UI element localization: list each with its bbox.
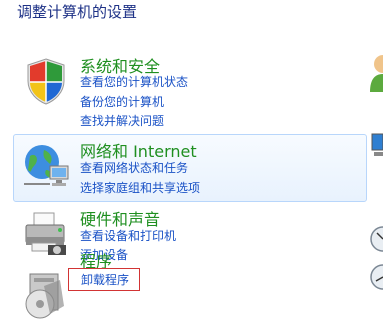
link-troubleshoot[interactable]: 查找并解决问题 bbox=[80, 112, 164, 129]
category-network-internet[interactable]: 网络和 Internet 查看网络状态和任务 选择家庭组和共享选项 bbox=[13, 134, 367, 202]
network-icon bbox=[24, 145, 69, 186]
link-homegroup-sharing[interactable]: 选择家庭组和共享选项 bbox=[80, 179, 200, 196]
link-uninstall-program[interactable]: 卸载程序 bbox=[67, 268, 141, 291]
ease-of-access-icon[interactable] bbox=[368, 262, 383, 292]
link-view-computer-status[interactable]: 查看您的计算机状态 bbox=[80, 73, 188, 90]
appearance-icon[interactable] bbox=[368, 132, 383, 158]
link-view-network-status[interactable]: 查看网络状态和任务 bbox=[80, 159, 188, 176]
link-backup-computer[interactable]: 备份您的计算机 bbox=[80, 93, 164, 110]
shield-icon[interactable] bbox=[20, 55, 72, 107]
category-system-security: 系统和安全 查看您的计算机状态 备份您的计算机 查找并解决问题 bbox=[13, 48, 367, 130]
user-accounts-icon[interactable] bbox=[368, 52, 383, 92]
clock-region-icon[interactable] bbox=[368, 224, 383, 254]
page-title: 调整计算机的设置 bbox=[17, 3, 138, 21]
link-devices-printers[interactable]: 查看设备和打印机 bbox=[80, 227, 176, 244]
category-programs: 程序 卸载程序 bbox=[13, 243, 367, 325]
programs-icon[interactable] bbox=[20, 272, 72, 324]
